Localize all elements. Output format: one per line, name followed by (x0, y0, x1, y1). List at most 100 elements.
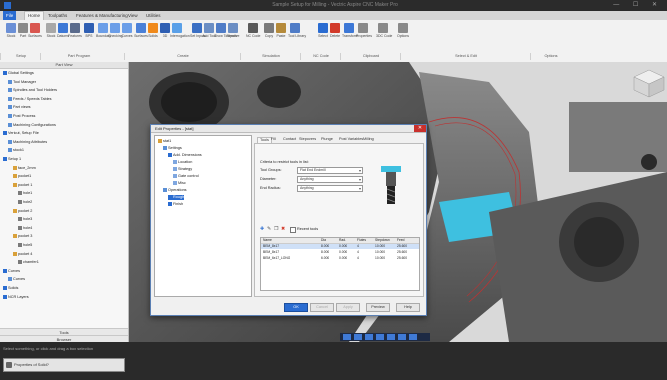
dialog-tree-item[interactable]: Location (173, 160, 192, 165)
ok-button[interactable]: OK (284, 303, 308, 312)
column-header[interactable]: Rad. (339, 238, 346, 243)
column-header[interactable]: Flutes (357, 238, 366, 243)
dialog-tab-plunge[interactable]: Plunge (321, 137, 333, 142)
window-title: Sample Setup for Milling - Vectric Aspir… (272, 2, 398, 8)
step-back-icon[interactable] (354, 334, 362, 340)
tree-item[interactable]: Feeds / Speeds Tables (8, 96, 52, 102)
3dc-code-button[interactable]: 3DC Code (376, 23, 393, 38)
copy-icon (264, 23, 274, 33)
dialog-tree-item[interactable]: Operations (163, 188, 187, 193)
dialog-close-button[interactable]: ✕ (414, 125, 426, 132)
column-header[interactable]: Name (263, 238, 272, 243)
tree-item[interactable]: pocket 1 (13, 182, 32, 188)
diameter-select[interactable]: Anything (297, 176, 363, 183)
copy-tool-icon[interactable]: ❐ (274, 226, 278, 232)
tree-item[interactable]: hole4 (18, 225, 32, 231)
tree-item[interactable]: Solids (3, 286, 18, 291)
tab-utilities[interactable]: Utilities (146, 12, 161, 20)
dialog-tab-contact[interactable]: Contact (283, 137, 296, 142)
cancel-button[interactable]: Cancel (310, 303, 334, 312)
column-header[interactable]: Dia (321, 238, 326, 243)
play-icon[interactable] (365, 334, 373, 340)
tree-item[interactable]: Spindles and Tool Holders (8, 88, 57, 93)
tree-item[interactable]: hole1 (18, 191, 32, 196)
status-message: Select something, or click and drag a bo… (3, 346, 94, 351)
edit-tool-icon[interactable]: ✎ (267, 226, 271, 232)
delete-button[interactable]: Delete (328, 23, 342, 38)
dialog-tab-fill[interactable]: Fill (271, 137, 276, 142)
table-cell: 8.000 (321, 244, 330, 248)
tree-item[interactable]: stock1 (8, 148, 24, 153)
column-header[interactable]: Stepdown (375, 238, 390, 243)
help-button[interactable]: Help (396, 303, 420, 312)
dialog-tab-stepovers[interactable]: Stepovers (299, 137, 316, 142)
surfaces-button[interactable]: Surfaces (28, 23, 42, 38)
preview-button[interactable]: Preview (366, 303, 390, 312)
rewind-icon[interactable] (343, 334, 351, 340)
dialog-tab-post-variables[interactable]: Post Variables (339, 137, 363, 142)
dialog-tree-item[interactable]: Misc (173, 181, 186, 186)
add-tool-icon[interactable]: ✚ (260, 226, 264, 232)
tree-item[interactable]: Vericut, Setup File (3, 131, 39, 136)
end-radius-select[interactable]: Anything (297, 185, 363, 192)
step-forward-icon[interactable] (387, 334, 395, 340)
tree-item[interactable]: chamfer1 (18, 260, 39, 265)
view-cube-icon[interactable] (633, 69, 665, 98)
tree-item[interactable]: Curves (3, 268, 20, 274)
properties-button[interactable]: Properties (356, 23, 372, 38)
table-row[interactable]: BEM_8x17 8.000 0.000 4 10.000 25.600 (261, 244, 419, 249)
end-icon[interactable] (409, 334, 417, 340)
dialog-tree-item[interactable]: Strategy (173, 167, 192, 172)
tree-item[interactable]: NCR Layers (3, 294, 29, 300)
tree-item[interactable]: hole5 (18, 243, 32, 248)
table-row[interactable]: BEM_6x17_LONG 6.000 0.000 4 10.000 25.600 (261, 256, 419, 261)
dialog-tree-item[interactable]: Settings (163, 146, 182, 151)
tool-library-button[interactable]: Tool Library (288, 23, 306, 38)
tree-item[interactable]: pocket1 (13, 174, 31, 179)
dialog-tab-milling[interactable]: Milling (363, 137, 374, 142)
tab-toolpaths[interactable]: Toolpaths (48, 12, 67, 20)
dialog-tree-item[interactable]: Rough (168, 195, 185, 200)
delete-tool-icon[interactable]: ✖ (281, 226, 285, 232)
tab-features-manufacturing[interactable]: Features & Manufacturing (76, 12, 128, 20)
tree-item[interactable]: pocket 4 (13, 251, 32, 257)
nc-code-button[interactable]: NC Code (246, 23, 260, 38)
tree-item[interactable]: Part views (8, 105, 31, 110)
remove-button[interactable]: Remove (226, 23, 240, 38)
tree-item[interactable]: Global Settings (3, 71, 34, 76)
pause-icon[interactable] (376, 334, 384, 340)
transform-button[interactable]: Transform (342, 23, 358, 38)
curves-button[interactable]: Curves (120, 23, 134, 38)
column-header[interactable]: Feed (397, 238, 405, 243)
bps-button[interactable]: BPS (82, 23, 96, 38)
recent-tools-checkbox[interactable] (290, 227, 296, 233)
paste-button[interactable]: Paste (274, 23, 288, 38)
tree-item[interactable]: face_2mm (13, 165, 36, 171)
tree-item[interactable]: Post Process (8, 114, 35, 119)
tree-item[interactable]: Machining Configurations (8, 122, 56, 128)
tree-item[interactable]: Machining Attributes (8, 139, 47, 145)
options-button[interactable]: Options (396, 23, 410, 38)
fast-forward-icon[interactable] (398, 334, 406, 340)
tree-item[interactable]: pocket 2 (13, 208, 32, 214)
dialog-tree-item[interactable]: stat1 (158, 139, 171, 144)
features-button[interactable]: Features (68, 23, 82, 38)
ribbon-button-label: 3DC Code (376, 34, 393, 38)
tree-item[interactable]: Curves (8, 277, 25, 282)
tree-item[interactable]: Tool Manager (8, 79, 36, 85)
dialog-tree-item[interactable]: Add. Dimensions (168, 153, 202, 158)
apply-button[interactable]: Apply (336, 303, 360, 312)
tree-item[interactable]: pocket 3 (13, 234, 32, 239)
tree-item[interactable]: hole3 (18, 217, 32, 222)
tab-file[interactable]: File (3, 11, 17, 20)
dialog-tree-item[interactable]: Gate control (173, 174, 199, 179)
command-input[interactable]: Properties of Solid? (3, 358, 125, 372)
table-row[interactable]: BEM_8x17 8.000 0.000 4 10.000 25.600 (261, 250, 419, 255)
interrogation-button[interactable]: Interrogation (170, 23, 190, 38)
tree-item[interactable]: hole2 (18, 200, 32, 205)
window-controls[interactable]: — ☐ ✕ (613, 1, 663, 8)
dialog-tree-item[interactable]: Finish (168, 202, 183, 207)
tool-groups-select[interactable]: Flat End Endmill (297, 167, 363, 174)
tab-view[interactable]: View (128, 12, 138, 20)
tree-item[interactable]: Setup 1 (3, 157, 21, 162)
